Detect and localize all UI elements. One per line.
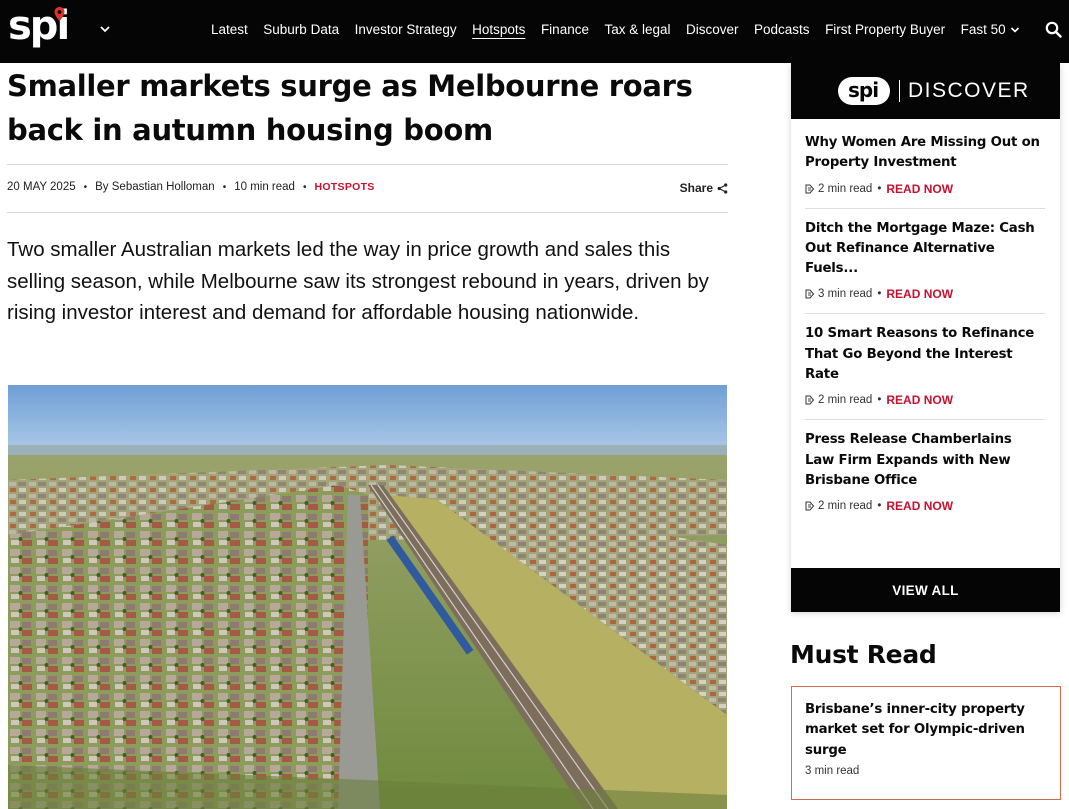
discover-item-read-time: 2 min read <box>818 500 873 513</box>
list-item[interactable]: Press Release Chamberlains Law Firm Expa… <box>805 420 1045 525</box>
must-read-card-read-time: 3 min read <box>805 764 860 777</box>
article-author[interactable]: By Sebastian Holloman <box>95 181 215 193</box>
location-pin-icon <box>54 7 65 21</box>
discover-item-read-time: 3 min read <box>818 288 873 301</box>
meta-separator: • <box>877 182 882 195</box>
read-time-icon <box>805 395 815 405</box>
article-lede: Two smaller Australian markets led the w… <box>7 238 709 325</box>
discover-item-title[interactable]: Why Women Are Missing Out on Property In… <box>805 133 1045 174</box>
article-date: 20 MAY 2025 <box>7 181 76 193</box>
nav-item-latest[interactable]: Latest <box>211 19 248 41</box>
must-read-card[interactable]: Brisbane’s inner-city property market se… <box>791 686 1061 800</box>
meta-separator: • <box>877 500 882 513</box>
discover-item-title[interactable]: Press Release Chamberlains Law Firm Expa… <box>805 430 1045 491</box>
share-button[interactable]: Share <box>680 181 728 195</box>
nav-item-podcasts[interactable]: Podcasts <box>754 19 810 41</box>
nav-item-discover[interactable]: Discover <box>686 19 739 41</box>
read-now-link[interactable]: READ NOW <box>886 182 953 196</box>
discover-item-read-time: 2 min read <box>818 182 873 195</box>
nav-item-tax-legal[interactable]: Tax & legal <box>604 19 670 41</box>
read-time-icon <box>805 501 815 511</box>
meta-separator: • <box>302 181 307 193</box>
read-time-icon <box>805 289 815 299</box>
nav-item-hotspots[interactable]: Hotspots <box>472 19 525 41</box>
article-headline: Smaller markets surge as Melbourne roars… <box>7 69 693 147</box>
read-now-link[interactable]: READ NOW <box>886 499 953 513</box>
share-icon <box>717 182 728 194</box>
discover-item-meta: 2 min read • READ NOW <box>805 182 1045 196</box>
discover-item-meta: 2 min read • READ NOW <box>805 393 1045 407</box>
article-category-link[interactable]: HOTSPOTS <box>314 181 374 193</box>
discover-panel: spi DISCOVER Why Women Are Missing Out o… <box>791 63 1060 612</box>
hero-image-aerial-suburb <box>8 385 727 809</box>
discover-item-title[interactable]: 10 Smart Reasons to Refinance That Go Be… <box>805 324 1045 385</box>
search-icon[interactable] <box>1045 21 1062 38</box>
must-read-card-title[interactable]: Brisbane’s inner-city property market se… <box>805 700 1047 761</box>
main-nav: Latest Suburb Data Investor Strategy Hot… <box>211 19 1020 41</box>
share-label: Share <box>679 181 713 195</box>
chevron-down-icon <box>1010 27 1019 34</box>
discover-brand-word: DISCOVER <box>908 79 1030 102</box>
list-item[interactable]: 10 Smart Reasons to Refinance That Go Be… <box>805 314 1045 421</box>
article-read-time: 10 min read <box>234 181 295 193</box>
site-logo[interactable]: spi <box>8 3 70 57</box>
must-read-heading: Must Read <box>790 640 937 669</box>
list-item[interactable]: Ditch the Mortgage Maze: Cash Out Refina… <box>805 209 1045 315</box>
meta-separator: • <box>222 181 227 193</box>
discover-list: Why Women Are Missing Out on Property In… <box>805 123 1045 525</box>
nav-item-suburb-data[interactable]: Suburb Data <box>263 19 339 41</box>
meta-separator: • <box>877 288 882 301</box>
discover-item-meta: 3 min read • READ NOW <box>805 287 1045 301</box>
discover-divider <box>899 80 900 102</box>
discover-header: spi DISCOVER <box>791 63 1060 119</box>
meta-separator: • <box>83 181 88 193</box>
discover-logo-text: spi <box>848 78 879 102</box>
top-navigation-bar: spi Latest Suburb Data Investor Strategy… <box>0 0 1069 63</box>
nav-item-investor-strategy[interactable]: Investor Strategy <box>355 19 457 41</box>
view-all-button[interactable]: VIEW ALL <box>791 568 1060 612</box>
discover-item-read-time: 2 min read <box>818 394 873 407</box>
nav-item-fast-50-label: Fast 50 <box>960 22 1006 37</box>
read-now-link[interactable]: READ NOW <box>886 287 953 301</box>
read-now-link[interactable]: READ NOW <box>886 393 953 407</box>
discover-item-meta: 2 min read • READ NOW <box>805 499 1045 513</box>
article-meta: 20 MAY 2025 • By Sebastian Holloman • 10… <box>7 181 375 193</box>
nav-item-first-property-buyer[interactable]: First Property Buyer <box>825 19 945 41</box>
discover-item-title[interactable]: Ditch the Mortgage Maze: Cash Out Refina… <box>805 219 1045 280</box>
menu-chevron-down-icon[interactable] <box>98 22 112 36</box>
article-meta-bar: 20 MAY 2025 • By Sebastian Holloman • 10… <box>7 164 728 213</box>
nav-item-finance[interactable]: Finance <box>541 19 589 41</box>
read-time-icon <box>805 184 815 194</box>
meta-separator: • <box>877 394 882 407</box>
hero-image-illustration <box>8 385 727 809</box>
nav-item-fast-50[interactable]: Fast 50 <box>961 19 1020 41</box>
list-item[interactable]: Why Women Are Missing Out on Property In… <box>805 123 1045 209</box>
